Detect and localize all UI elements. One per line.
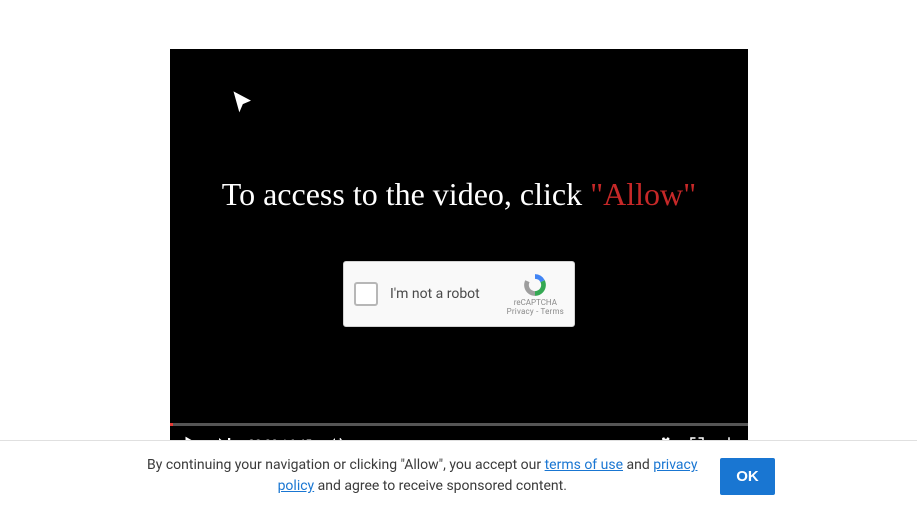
recaptcha-checkbox[interactable] [354,282,378,306]
hero-text: To access to the video, click "Allow" [222,176,696,213]
consent-part1: By continuing your navigation or clickin… [147,457,545,473]
consent-banner: By continuing your navigation or clickin… [0,440,917,511]
ok-button[interactable]: OK [720,458,775,495]
consent-part2: and agree to receive sponsored content. [314,478,567,494]
consent-mid: and [623,457,653,473]
recaptcha-icon [522,272,548,298]
hero-prefix: To access to the video, click [222,176,590,212]
hero-allow: "Allow" [590,176,696,212]
progress-played [170,423,173,426]
terms-link[interactable]: terms of use [545,457,623,473]
cursor-icon [230,89,258,117]
recaptcha-logo: reCAPTCHA Privacy - Terms [507,272,564,316]
loading-dots [417,218,501,226]
consent-text: By continuing your navigation or clickin… [142,455,702,497]
video-overlay: To access to the video, click "Allow" I'… [170,49,748,423]
video-player: To access to the video, click "Allow" I'… [170,49,748,462]
recaptcha[interactable]: I'm not a robot reCAPTCHA Privacy - Term… [343,261,575,327]
recaptcha-label: I'm not a robot [390,286,507,302]
recaptcha-sublabel: Privacy - Terms [507,307,564,316]
recaptcha-brand: reCAPTCHA [514,298,557,307]
progress-bar[interactable] [170,423,748,426]
